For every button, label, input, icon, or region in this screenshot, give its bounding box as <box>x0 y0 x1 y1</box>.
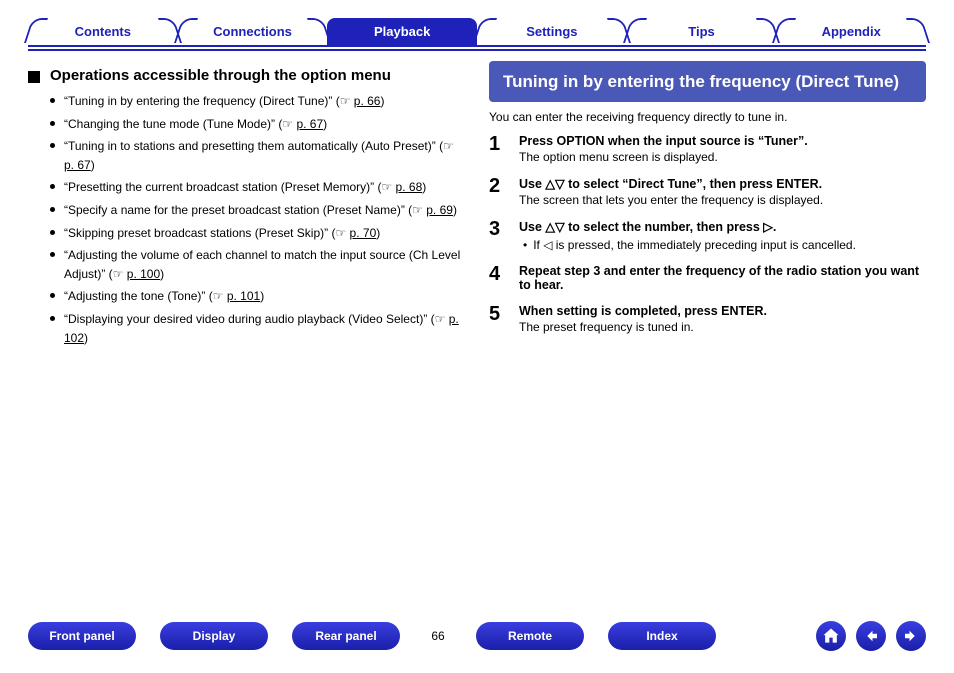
list-item-text: “Presetting the current broadcast statio… <box>64 180 381 194</box>
list-item: “Specify a name for the preset broadcast… <box>64 201 465 220</box>
tab-settings[interactable]: Settings <box>477 18 627 47</box>
list-item: “Changing the tune mode (Tune Mode)” (☞ … <box>64 115 465 134</box>
list-item-tail: ) <box>260 289 264 303</box>
section-intro: You can enter the receiving frequency di… <box>489 110 926 124</box>
list-item-tail: ) <box>380 94 384 108</box>
page-link[interactable]: p. 68 <box>396 180 423 194</box>
prev-page-icon[interactable] <box>856 621 886 651</box>
pointing-hand-icon: ☞ <box>443 139 454 153</box>
section-title: Tuning in by entering the frequency (Dir… <box>489 61 926 102</box>
nav-remote[interactable]: Remote <box>476 622 584 650</box>
list-item-tail: ) <box>422 180 426 194</box>
list-item: “Adjusting the tone (Tone)” (☞ p. 101) <box>64 287 465 306</box>
step-item: 1 Press OPTION when the input source is “… <box>489 134 926 164</box>
step-bold: Press OPTION when the input source is “T… <box>519 134 808 148</box>
step-number: 3 <box>489 219 507 252</box>
right-column: Tuning in by entering the frequency (Dir… <box>489 61 926 351</box>
nav-front-panel[interactable]: Front panel <box>28 622 136 650</box>
tab-connections[interactable]: Connections <box>178 18 328 47</box>
home-icon[interactable] <box>816 621 846 651</box>
list-item-text: “Displaying your desired video during au… <box>64 312 435 326</box>
top-tabs: Contents Connections Playback Settings T… <box>28 18 926 47</box>
list-item: “Displaying your desired video during au… <box>64 310 465 347</box>
nav-display[interactable]: Display <box>160 622 268 650</box>
pointing-hand-icon: ☞ <box>435 312 449 326</box>
pointing-hand-icon: ☞ <box>335 226 349 240</box>
list-item: “Skipping preset broadcast stations (Pre… <box>64 224 465 243</box>
square-bullet-icon <box>28 71 40 83</box>
step-item: 3 Use △▽ to select the number, then press… <box>489 219 926 252</box>
pointing-hand-icon: ☞ <box>340 94 354 108</box>
pointing-hand-icon: ☞ <box>381 180 395 194</box>
list-item-tail: ) <box>453 203 457 217</box>
step-bold: When setting is completed, press ENTER. <box>519 304 767 318</box>
list-item-text: “Tuning in to stations and presetting th… <box>64 139 443 153</box>
pointing-hand-icon: ☞ <box>113 267 127 281</box>
list-item-text: “Adjusting the tone (Tone)” ( <box>64 289 213 303</box>
page-link[interactable]: p. 101 <box>227 289 260 303</box>
tab-appendix[interactable]: Appendix <box>776 18 926 47</box>
list-item-text: “Specify a name for the preset broadcast… <box>64 203 412 217</box>
next-page-icon[interactable] <box>896 621 926 651</box>
pointing-hand-icon: ☞ <box>213 289 227 303</box>
steps-list: 1 Press OPTION when the input source is “… <box>489 134 926 334</box>
step-number: 2 <box>489 176 507 207</box>
step-bold: Use △▽ to select “Direct Tune”, then pre… <box>519 177 822 191</box>
step-body: Repeat step 3 and enter the frequency of… <box>519 264 926 292</box>
step-sub-bullet: If ◁ is pressed, the immediately precedi… <box>519 238 926 252</box>
page-link[interactable]: p. 70 <box>350 226 377 240</box>
nav-rear-panel[interactable]: Rear panel <box>292 622 400 650</box>
step-sub: The option menu screen is displayed. <box>519 150 926 164</box>
bottom-nav: Front panel Display Rear panel 66 Remote… <box>28 621 926 651</box>
pointing-hand-icon: ☞ <box>412 203 426 217</box>
pointing-hand-icon: ☞ <box>282 117 296 131</box>
list-item-tail: ) <box>376 226 380 240</box>
step-number: 4 <box>489 264 507 292</box>
step-body: Use △▽ to select “Direct Tune”, then pre… <box>519 176 926 207</box>
step-bold: Repeat step 3 and enter the frequency of… <box>519 264 919 292</box>
step-body: Use △▽ to select the number, then press … <box>519 219 926 252</box>
tab-contents[interactable]: Contents <box>28 18 178 47</box>
list-item-text: “Changing the tune mode (Tune Mode)” ( <box>64 117 282 131</box>
step-item: 5 When setting is completed, press ENTER.… <box>489 304 926 334</box>
step-body: Press OPTION when the input source is “T… <box>519 134 926 164</box>
step-sub: The screen that lets you enter the frequ… <box>519 193 926 207</box>
option-menu-list: “Tuning in by entering the frequency (Di… <box>28 92 465 347</box>
step-number: 1 <box>489 134 507 164</box>
list-item: “Tuning in by entering the frequency (Di… <box>64 92 465 111</box>
list-item-tail: ) <box>91 158 95 172</box>
list-item-tail: ) <box>160 267 164 281</box>
list-item: “Adjusting the volume of each channel to… <box>64 246 465 283</box>
tabs-underline <box>28 49 926 51</box>
page-link[interactable]: p. 67 <box>64 158 91 172</box>
step-body: When setting is completed, press ENTER. T… <box>519 304 926 334</box>
page-number: 66 <box>424 629 452 643</box>
list-item-tail: ) <box>323 117 327 131</box>
list-item: “Tuning in to stations and presetting th… <box>64 137 465 174</box>
left-heading-text: Operations accessible through the option… <box>50 67 391 84</box>
list-item-tail: ) <box>84 331 88 345</box>
step-sub: The preset frequency is tuned in. <box>519 320 926 334</box>
tab-tips[interactable]: Tips <box>627 18 777 47</box>
list-item-text: “Skipping preset broadcast stations (Pre… <box>64 226 335 240</box>
step-item: 4 Repeat step 3 and enter the frequency o… <box>489 264 926 292</box>
nav-index[interactable]: Index <box>608 622 716 650</box>
page-link[interactable]: p. 66 <box>354 94 381 108</box>
left-column: Operations accessible through the option… <box>28 61 465 351</box>
step-number: 5 <box>489 304 507 334</box>
list-item: “Presetting the current broadcast statio… <box>64 178 465 197</box>
step-bold: Use △▽ to select the number, then press … <box>519 220 776 234</box>
tab-playback[interactable]: Playback <box>327 18 477 47</box>
page-link[interactable]: p. 67 <box>296 117 323 131</box>
step-item: 2 Use △▽ to select “Direct Tune”, then pr… <box>489 176 926 207</box>
page-link[interactable]: p. 69 <box>426 203 453 217</box>
page-link[interactable]: p. 100 <box>127 267 160 281</box>
list-item-text: “Tuning in by entering the frequency (Di… <box>64 94 340 108</box>
